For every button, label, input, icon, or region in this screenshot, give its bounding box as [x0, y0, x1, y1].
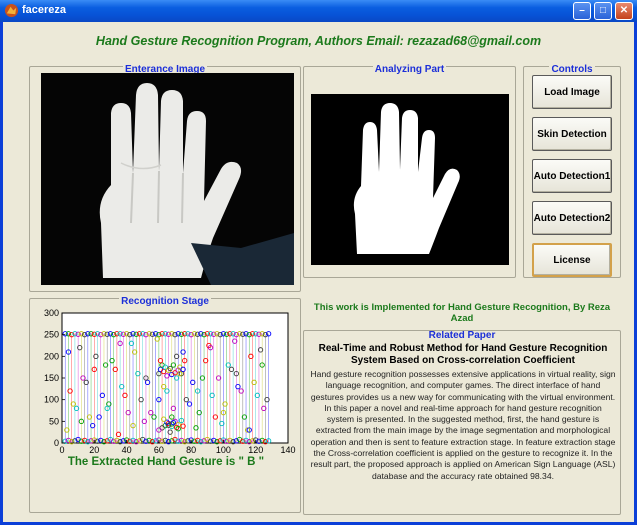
paper-abstract: Hand gesture recognition possesses exten…	[310, 369, 616, 481]
controls-panel: Controls Load Image Skin Detection Auto …	[523, 64, 621, 278]
load-image-button[interactable]: Load Image	[532, 75, 612, 109]
auto-detection1-button[interactable]: Auto Detection1	[532, 159, 612, 193]
recognition-stage-panel: Recognition Stage 0 20 40 60 80 100 120 140 0 50 1…	[29, 296, 301, 513]
entrance-image	[41, 73, 294, 285]
hand-silhouette-image	[311, 94, 509, 265]
y-tick-label: 150	[44, 373, 59, 383]
recognition-scatter-chart: 0 20 40 60 80 100 120 140 0 50 100 150 200 250 300	[44, 308, 296, 453]
y-tick-label: 250	[44, 330, 59, 340]
license-button[interactable]: License	[532, 243, 612, 277]
skin-detection-button[interactable]: Skin Detection	[532, 117, 612, 151]
y-tick-label: 0	[54, 438, 59, 448]
white-glove-hand-image	[41, 73, 294, 285]
y-tick-label: 300	[44, 308, 59, 318]
work-note: This work is Implemented for Hand Gestur…	[313, 302, 611, 324]
x-tick-label: 120	[248, 445, 263, 453]
analyzing-panel: Analyzing Part	[303, 64, 516, 278]
x-tick-label: 60	[154, 445, 164, 453]
x-tick-label: 40	[122, 445, 132, 453]
x-tick-label: 140	[280, 445, 295, 453]
paper-title: Real-Time and Robust Method for Hand Ges…	[318, 343, 608, 366]
entrance-image-panel: Enterance Image	[29, 64, 301, 292]
x-tick-label: 20	[89, 445, 99, 453]
title-bar[interactable]: facereza – □ ✕	[0, 0, 637, 22]
result-text: The Extracted Hand Gesture is " B "	[67, 456, 265, 468]
y-tick-label: 100	[44, 395, 59, 405]
related-paper-panel: Related Paper Real-Time and Robust Metho…	[303, 330, 621, 515]
auto-detection2-button[interactable]: Auto Detection2	[532, 201, 612, 235]
analyzing-legend: Analyzing Part	[372, 64, 447, 75]
maximize-button[interactable]: □	[594, 2, 612, 20]
matlab-icon	[4, 3, 19, 18]
y-tick-label: 50	[49, 416, 59, 426]
close-button[interactable]: ✕	[615, 2, 633, 20]
x-tick-label: 0	[59, 445, 64, 453]
controls-legend: Controls	[549, 64, 595, 75]
minimize-button[interactable]: –	[573, 2, 591, 20]
window-title: facereza	[22, 4, 67, 16]
related-paper-legend: Related Paper	[426, 330, 498, 341]
app-window: facereza – □ ✕ Hand Gesture Recognition …	[0, 0, 637, 525]
program-heading: Hand Gesture Recognition Program, Author…	[95, 34, 542, 48]
x-tick-label: 80	[186, 445, 196, 453]
segmented-hand-image	[311, 94, 509, 265]
y-tick-label: 200	[44, 351, 59, 361]
x-tick-label: 100	[216, 445, 231, 453]
